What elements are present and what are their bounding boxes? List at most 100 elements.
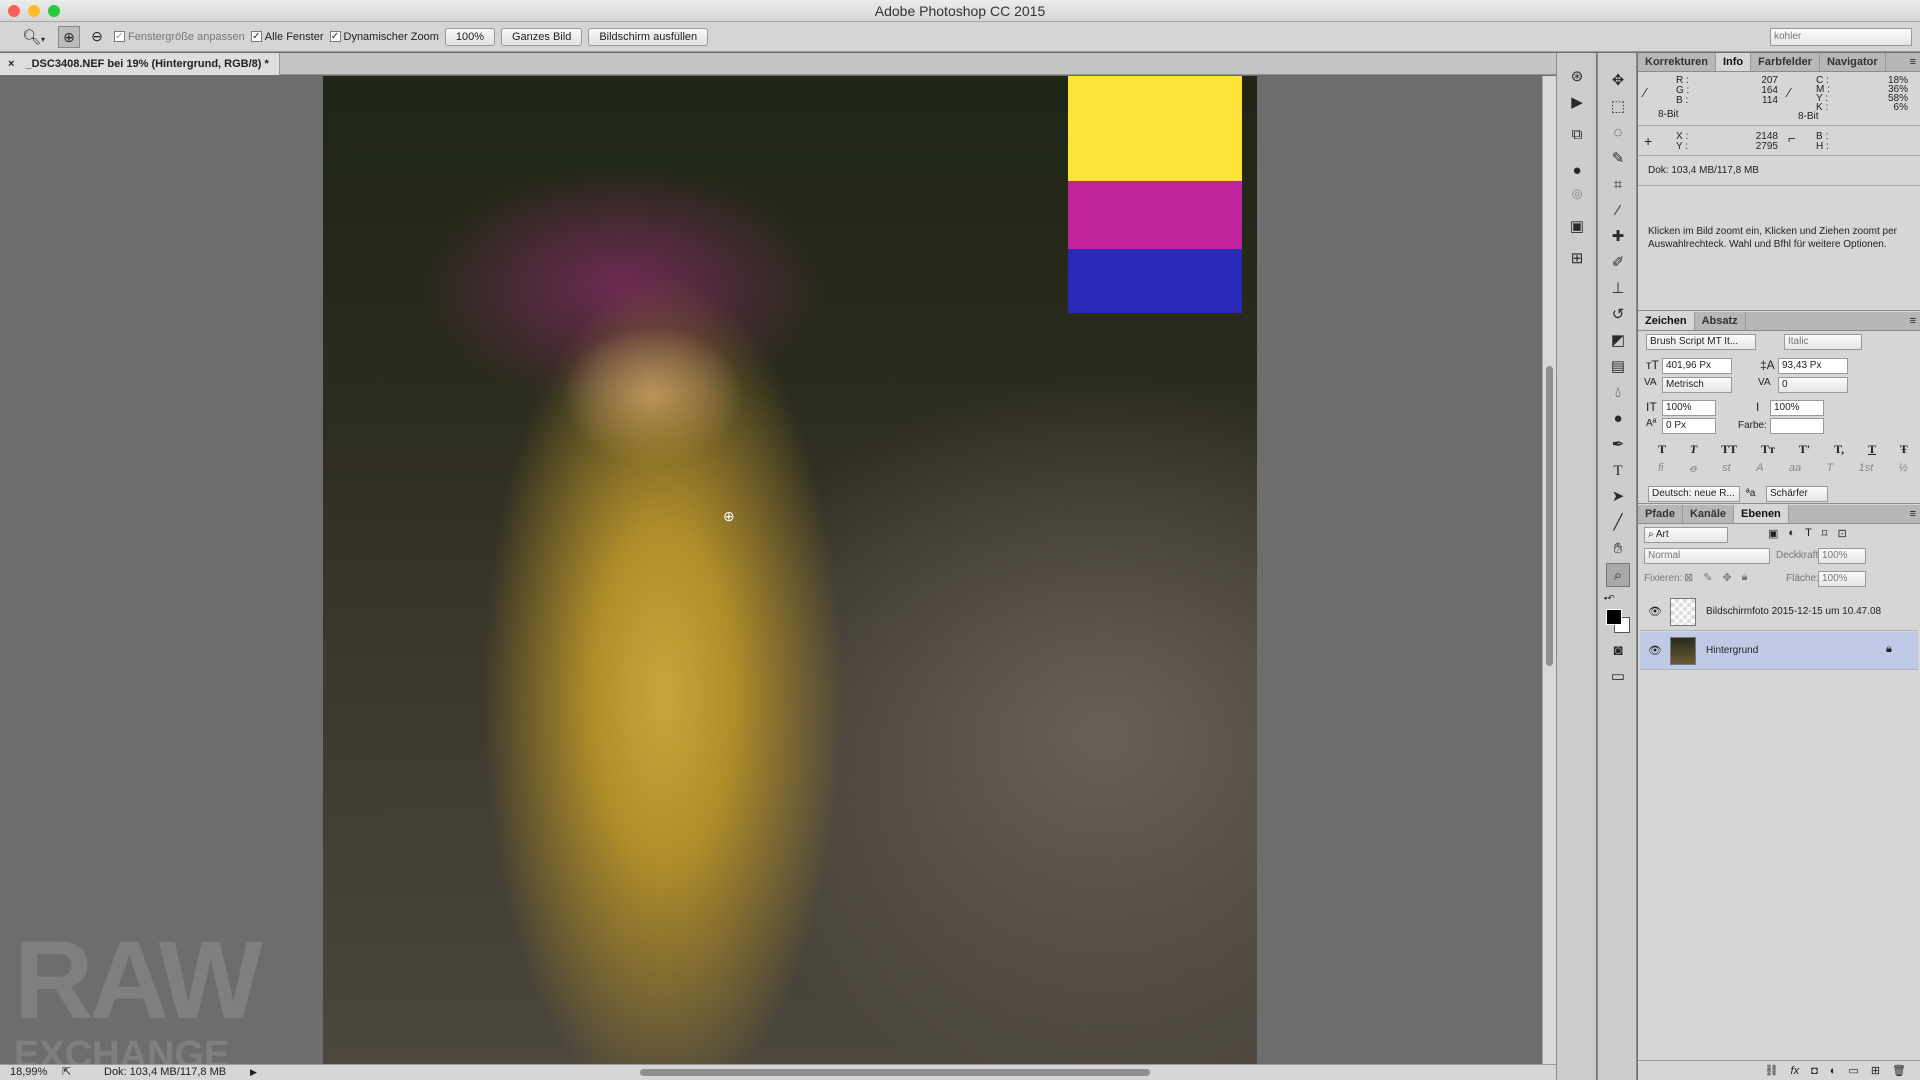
tab-korrekturen[interactable]: Korrekturen	[1638, 53, 1716, 71]
layer-row-screenshot[interactable]: 👁︎ Bildschirmfoto 2015-12-15 um 10.47.08	[1640, 593, 1918, 631]
subscript-button[interactable]: T,	[1834, 442, 1844, 457]
canvas-area[interactable]: ⊕ RAW EXCHANGE	[0, 76, 1542, 1064]
font-style-select[interactable]: Italic	[1784, 334, 1862, 350]
zoom-tool-icon[interactable]: ⌕	[1606, 563, 1630, 587]
eraser-tool-icon[interactable]: ◩	[1606, 329, 1630, 353]
fill-field[interactable]: 100%	[1818, 571, 1866, 587]
small-caps-button[interactable]: Tт	[1761, 442, 1775, 457]
play-actions-icon[interactable]: ▶	[1565, 91, 1589, 115]
language-select[interactable]: Deutsch: neue R...	[1648, 486, 1740, 502]
tab-farbfelder[interactable]: Farbfelder	[1751, 53, 1820, 71]
tool-presets-icon[interactable]: ⊞	[1565, 247, 1589, 271]
delete-layer-icon[interactable]: 🗑︎	[1892, 1064, 1906, 1077]
tab-pfade[interactable]: Pfade	[1638, 505, 1683, 523]
tracking-select[interactable]: 0	[1778, 377, 1848, 393]
strikethrough-button[interactable]: Ŧ	[1900, 442, 1908, 457]
lock-position-icon[interactable]: ✥	[1722, 571, 1731, 584]
fit-screen-button[interactable]: Ganzes Bild	[501, 27, 583, 46]
vertical-scale-field[interactable]: 100%	[1662, 400, 1716, 416]
export-icon[interactable]: ⇱	[62, 1065, 71, 1080]
libraries-icon[interactable]: ▣	[1565, 215, 1589, 239]
horizontal-scale-field[interactable]: 100%	[1770, 400, 1824, 416]
all-windows-checkbox[interactable]: ✓ Alle Fenster	[250, 31, 324, 43]
link-layers-icon[interactable]: ⛓︎	[1765, 1064, 1779, 1077]
close-window-button[interactable]	[8, 5, 20, 17]
quick-select-tool-icon[interactable]: ✎	[1606, 147, 1630, 171]
horizontal-scroll-thumb[interactable]	[640, 1069, 1150, 1076]
new-layer-icon[interactable]: ⊞	[1871, 1064, 1880, 1077]
3d-icon[interactable]: ⊛	[1565, 65, 1589, 89]
font-family-select[interactable]: Brush Script MT It...	[1646, 334, 1756, 350]
zoom-out-icon[interactable]: ⊖	[86, 26, 108, 48]
gradient-tool-icon[interactable]: ▤	[1606, 355, 1630, 379]
lasso-tool-icon[interactable]: ◌	[1606, 121, 1630, 145]
zoom-in-icon[interactable]: ⊕	[58, 25, 80, 48]
layer-style-fx-icon[interactable]: fx	[1791, 1065, 1800, 1077]
filter-pixel-icon[interactable]: ▣	[1768, 527, 1778, 540]
faux-bold-button[interactable]: T	[1658, 442, 1666, 457]
tab-kanaele[interactable]: Kanäle	[1683, 505, 1735, 523]
add-mask-icon[interactable]: ◘	[1811, 1065, 1818, 1077]
vertical-scrollbar[interactable]	[1542, 76, 1556, 1064]
visibility-eye-icon[interactable]: 👁︎	[1648, 605, 1662, 618]
layer-filter-select[interactable]: ⌕ Art	[1644, 527, 1728, 543]
new-adjustment-icon[interactable]: ◐	[1830, 1065, 1837, 1077]
screen-mode-icon[interactable]: ▭	[1606, 665, 1630, 689]
visibility-eye-icon[interactable]: 👁︎	[1648, 644, 1662, 657]
hand-tool-icon[interactable]: ✋︎	[1606, 537, 1630, 561]
zoom-level[interactable]: 18,99%	[10, 1065, 47, 1080]
zoom-100-button[interactable]: 100%	[444, 27, 495, 46]
foreground-color[interactable]	[1606, 609, 1622, 625]
lock-all-icon[interactable]: 🔒︎	[1742, 571, 1748, 584]
crop-tool-icon[interactable]: ⌗	[1606, 173, 1630, 197]
status-menu-arrow-icon[interactable]: ▶	[250, 1065, 257, 1080]
layers-panel-menu-icon[interactable]: ≡	[1910, 505, 1916, 523]
fill-screen-button[interactable]: Bildschirm ausfüllen	[588, 27, 709, 46]
new-group-icon[interactable]: ▭	[1848, 1064, 1858, 1077]
lock-transparency-icon[interactable]: ⊠	[1684, 571, 1693, 584]
fractions-button[interactable]: ½	[1899, 462, 1908, 475]
leading-field[interactable]: 93,43 Px	[1778, 358, 1848, 374]
titling-button[interactable]: T	[1827, 462, 1834, 475]
workspace-select[interactable]: kohler	[1770, 28, 1912, 46]
type-tool-icon[interactable]: T	[1606, 459, 1630, 483]
baseline-shift-field[interactable]: 0 Px	[1662, 418, 1716, 434]
stylistic-alternates-button[interactable]: aa	[1789, 462, 1801, 475]
vertical-scroll-thumb[interactable]	[1546, 366, 1553, 666]
zoom-window-button[interactable]	[48, 5, 60, 17]
discretionary-ligatures-button[interactable]: st	[1722, 462, 1731, 475]
filter-adjustment-icon[interactable]: ◐	[1788, 527, 1795, 540]
brush-tool-icon[interactable]: ✐	[1606, 251, 1630, 275]
tab-ebenen[interactable]: Ebenen	[1734, 505, 1789, 523]
tab-navigator[interactable]: Navigator	[1820, 53, 1886, 71]
eyedropper-tool-icon[interactable]: ⁄	[1606, 199, 1630, 223]
dodge-tool-icon[interactable]: ●	[1606, 407, 1630, 431]
tab-info[interactable]: Info	[1715, 53, 1752, 71]
clone-source-icon[interactable]: ⊚	[1565, 183, 1589, 207]
lock-pixels-icon[interactable]: ✎	[1703, 571, 1712, 584]
minimize-window-button[interactable]	[28, 5, 40, 17]
pen-tool-icon[interactable]: ✒	[1606, 433, 1630, 457]
blur-tool-icon[interactable]: 💧︎	[1606, 381, 1630, 405]
marquee-tool-icon[interactable]: ⬚	[1606, 95, 1630, 119]
resize-windows-checkbox[interactable]: ✓ Fenstergröße anpassen	[114, 31, 245, 43]
document-image[interactable]: ⊕	[323, 76, 1257, 1064]
quick-mask-icon[interactable]: ◙	[1606, 639, 1630, 663]
filter-shape-icon[interactable]: ⌑	[1822, 527, 1828, 540]
opacity-field[interactable]: 100%	[1818, 548, 1866, 564]
antialias-select[interactable]: Schärfer	[1766, 486, 1828, 502]
path-select-tool-icon[interactable]: ➤	[1606, 485, 1630, 509]
brush-preset-icon[interactable]: ●	[1565, 159, 1589, 183]
properties-icon[interactable]: ⧉	[1565, 123, 1589, 147]
default-colors-icon[interactable]: ▪↶	[1604, 593, 1615, 604]
layer-row-hintergrund[interactable]: 👁︎ Hintergrund 🔒︎	[1640, 632, 1918, 670]
filter-type-icon[interactable]: T	[1805, 527, 1812, 540]
swash-button[interactable]: A	[1756, 462, 1763, 475]
blend-mode-select[interactable]: Normal	[1644, 548, 1770, 564]
tab-zeichen[interactable]: Zeichen	[1638, 312, 1695, 330]
tab-absatz[interactable]: Absatz	[1695, 312, 1746, 330]
panel-menu-icon[interactable]: ≡	[1910, 53, 1916, 71]
history-brush-icon[interactable]: ↺	[1606, 303, 1630, 327]
close-tab-icon[interactable]: ×	[8, 58, 14, 70]
ligatures-button[interactable]: fi	[1658, 462, 1664, 475]
